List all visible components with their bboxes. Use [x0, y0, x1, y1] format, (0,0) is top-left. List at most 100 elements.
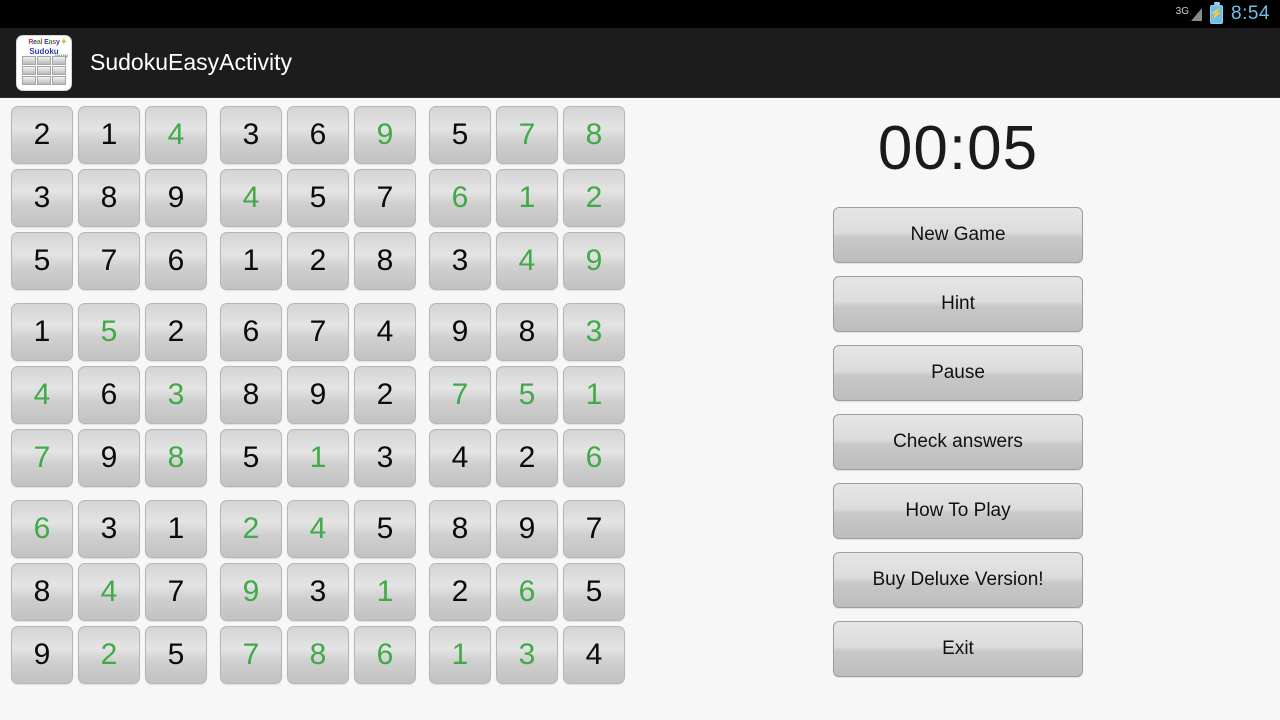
sudoku-block-segment: 214: [11, 106, 207, 164]
sudoku-cell[interactable]: 9: [11, 626, 73, 684]
hint-button[interactable]: Hint: [833, 276, 1083, 332]
sudoku-cell[interactable]: 8: [563, 106, 625, 164]
sudoku-block-segment: 513: [220, 429, 416, 487]
sudoku-cell[interactable]: 5: [78, 303, 140, 361]
sudoku-cell[interactable]: 3: [220, 106, 282, 164]
sudoku-cell[interactable]: 5: [496, 366, 558, 424]
sudoku-cell[interactable]: 1: [287, 429, 349, 487]
sudoku-cell[interactable]: 4: [429, 429, 491, 487]
sudoku-cell[interactable]: 9: [287, 366, 349, 424]
sudoku-cell[interactable]: 1: [429, 626, 491, 684]
sudoku-cell[interactable]: 5: [563, 563, 625, 621]
sudoku-cell[interactable]: 5: [287, 169, 349, 227]
sudoku-cell[interactable]: 2: [78, 626, 140, 684]
sudoku-cell[interactable]: 5: [11, 232, 73, 290]
sudoku-cell[interactable]: 4: [220, 169, 282, 227]
sudoku-cell[interactable]: 7: [429, 366, 491, 424]
sudoku-cell[interactable]: 5: [354, 500, 416, 558]
sudoku-cell[interactable]: 9: [220, 563, 282, 621]
sudoku-cell[interactable]: 3: [78, 500, 140, 558]
sudoku-cell[interactable]: 6: [429, 169, 491, 227]
exit-button[interactable]: Exit: [833, 621, 1083, 677]
sudoku-cell[interactable]: 4: [11, 366, 73, 424]
sudoku-cell[interactable]: 1: [145, 500, 207, 558]
sudoku-cell[interactable]: 3: [429, 232, 491, 290]
sudoku-cell[interactable]: 8: [11, 563, 73, 621]
sudoku-cell[interactable]: 7: [145, 563, 207, 621]
sudoku-block-segment: 578: [429, 106, 625, 164]
how-to-play-button[interactable]: How To Play: [833, 483, 1083, 539]
sudoku-cell[interactable]: 7: [11, 429, 73, 487]
sudoku-cell[interactable]: 5: [220, 429, 282, 487]
sudoku-cell[interactable]: 5: [145, 626, 207, 684]
sudoku-cell[interactable]: 1: [563, 366, 625, 424]
sudoku-cell[interactable]: 6: [220, 303, 282, 361]
sudoku-cell[interactable]: 2: [220, 500, 282, 558]
new-game-button[interactable]: New Game: [833, 207, 1083, 263]
control-panel: 00:05 New Game Hint Pause Check answers How …: [833, 98, 1083, 720]
sudoku-cell[interactable]: 8: [145, 429, 207, 487]
sudoku-cell[interactable]: 9: [563, 232, 625, 290]
sudoku-cell[interactable]: 8: [496, 303, 558, 361]
sudoku-cell[interactable]: 3: [354, 429, 416, 487]
pause-button[interactable]: Pause: [833, 345, 1083, 401]
sudoku-cell[interactable]: 6: [354, 626, 416, 684]
sudoku-cell[interactable]: 9: [354, 106, 416, 164]
sudoku-cell[interactable]: 2: [287, 232, 349, 290]
sudoku-cell[interactable]: 2: [145, 303, 207, 361]
sudoku-band: 631245897847931265925786134: [11, 500, 625, 684]
sudoku-cell[interactable]: 4: [496, 232, 558, 290]
sudoku-cell[interactable]: 1: [78, 106, 140, 164]
sudoku-cell[interactable]: 4: [563, 626, 625, 684]
sudoku-cell[interactable]: 9: [145, 169, 207, 227]
sudoku-cell[interactable]: 4: [354, 303, 416, 361]
sudoku-row: 214369578: [11, 106, 625, 164]
sudoku-cell[interactable]: 7: [287, 303, 349, 361]
sudoku-cell[interactable]: 8: [354, 232, 416, 290]
app-icon-top-text: Real Easy: [28, 38, 60, 46]
sudoku-cell[interactable]: 4: [78, 563, 140, 621]
sudoku-cell[interactable]: 4: [287, 500, 349, 558]
sudoku-cell[interactable]: 3: [496, 626, 558, 684]
sudoku-block-segment: 983: [429, 303, 625, 361]
sudoku-cell[interactable]: 9: [496, 500, 558, 558]
sudoku-cell[interactable]: 3: [145, 366, 207, 424]
sudoku-cell[interactable]: 7: [496, 106, 558, 164]
sudoku-cell[interactable]: 2: [429, 563, 491, 621]
sudoku-cell[interactable]: 3: [11, 169, 73, 227]
sudoku-cell[interactable]: 2: [563, 169, 625, 227]
sudoku-cell[interactable]: 6: [78, 366, 140, 424]
sudoku-block-segment: 631: [11, 500, 207, 558]
app-icon[interactable]: Real Easy Sudoku ✦ www: [16, 34, 72, 91]
sudoku-cell[interactable]: 7: [354, 169, 416, 227]
sudoku-cell[interactable]: 8: [429, 500, 491, 558]
sudoku-row: 847931265: [11, 563, 625, 621]
sudoku-cell[interactable]: 9: [78, 429, 140, 487]
sudoku-cell[interactable]: 8: [287, 626, 349, 684]
action-bar: Real Easy Sudoku ✦ www SudokuEasyActivit…: [0, 28, 1280, 98]
check-answers-button[interactable]: Check answers: [833, 414, 1083, 470]
sudoku-cell[interactable]: 3: [563, 303, 625, 361]
sudoku-cell[interactable]: 7: [78, 232, 140, 290]
sudoku-cell[interactable]: 6: [496, 563, 558, 621]
sudoku-cell[interactable]: 1: [496, 169, 558, 227]
sudoku-cell[interactable]: 1: [354, 563, 416, 621]
sudoku-cell[interactable]: 4: [145, 106, 207, 164]
sudoku-cell[interactable]: 6: [145, 232, 207, 290]
sudoku-cell[interactable]: 6: [11, 500, 73, 558]
sudoku-cell[interactable]: 8: [220, 366, 282, 424]
sudoku-cell[interactable]: 7: [563, 500, 625, 558]
sudoku-cell[interactable]: 3: [287, 563, 349, 621]
sudoku-cell[interactable]: 9: [429, 303, 491, 361]
buy-deluxe-version-button[interactable]: Buy Deluxe Version!: [833, 552, 1083, 608]
sudoku-cell[interactable]: 8: [78, 169, 140, 227]
sudoku-cell[interactable]: 6: [287, 106, 349, 164]
sudoku-cell[interactable]: 1: [11, 303, 73, 361]
sudoku-cell[interactable]: 7: [220, 626, 282, 684]
sudoku-cell[interactable]: 2: [496, 429, 558, 487]
sudoku-cell[interactable]: 2: [354, 366, 416, 424]
sudoku-cell[interactable]: 2: [11, 106, 73, 164]
sudoku-cell[interactable]: 6: [563, 429, 625, 487]
sudoku-cell[interactable]: 1: [220, 232, 282, 290]
sudoku-cell[interactable]: 5: [429, 106, 491, 164]
